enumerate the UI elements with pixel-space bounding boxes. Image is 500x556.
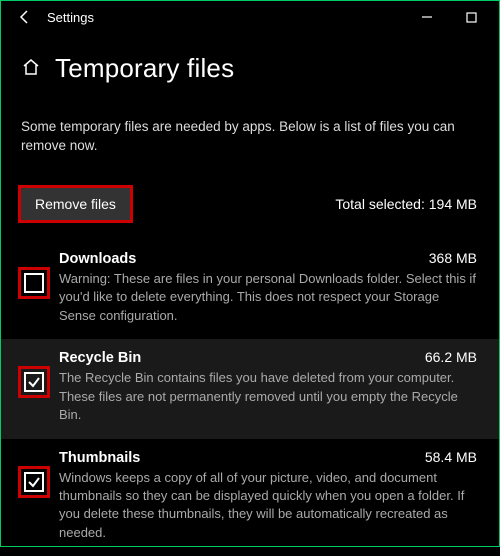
check-icon [27, 375, 41, 389]
arrow-left-icon [17, 9, 33, 25]
check-icon [27, 475, 41, 489]
titlebar: Settings [1, 1, 499, 33]
intro-text: Some temporary files are needed by apps.… [1, 90, 499, 166]
item-size: 58.4 MB [425, 449, 477, 465]
remove-files-button[interactable]: Remove files [21, 188, 130, 220]
page-title: Temporary files [55, 53, 234, 84]
item-list: Downloads 368 MB Warning: These are file… [1, 228, 499, 556]
list-item: Recycle Bin 66.2 MB The Recycle Bin cont… [1, 339, 499, 438]
checkbox-thumbnails[interactable] [21, 469, 47, 495]
item-title: Recycle Bin [59, 350, 141, 366]
minimize-icon [421, 11, 433, 23]
item-size: 368 MB [429, 250, 477, 266]
maximize-button[interactable] [449, 1, 493, 33]
item-desc: Warning: These are files in your persona… [59, 270, 477, 325]
back-button[interactable] [7, 9, 43, 25]
item-desc: The Recycle Bin contains files you have … [59, 369, 477, 424]
list-item: Thumbnails 58.4 MB Windows keeps a copy … [1, 439, 499, 556]
item-desc: Windows keeps a copy of all of your pict… [59, 469, 477, 543]
total-selected-label: Total selected: 194 MB [335, 196, 477, 212]
item-size: 66.2 MB [425, 349, 477, 365]
maximize-icon [466, 12, 477, 23]
item-title: Downloads [59, 251, 136, 267]
minimize-button[interactable] [405, 1, 449, 33]
home-icon[interactable] [21, 57, 41, 80]
page-header: Temporary files [1, 33, 499, 90]
list-item: Downloads 368 MB Warning: These are file… [1, 240, 499, 339]
checkbox-downloads[interactable] [21, 270, 47, 296]
window-title: Settings [43, 10, 94, 25]
item-title: Thumbnails [59, 450, 140, 466]
action-row: Remove files Total selected: 194 MB [1, 166, 499, 228]
checkbox-recycle-bin[interactable] [21, 369, 47, 395]
